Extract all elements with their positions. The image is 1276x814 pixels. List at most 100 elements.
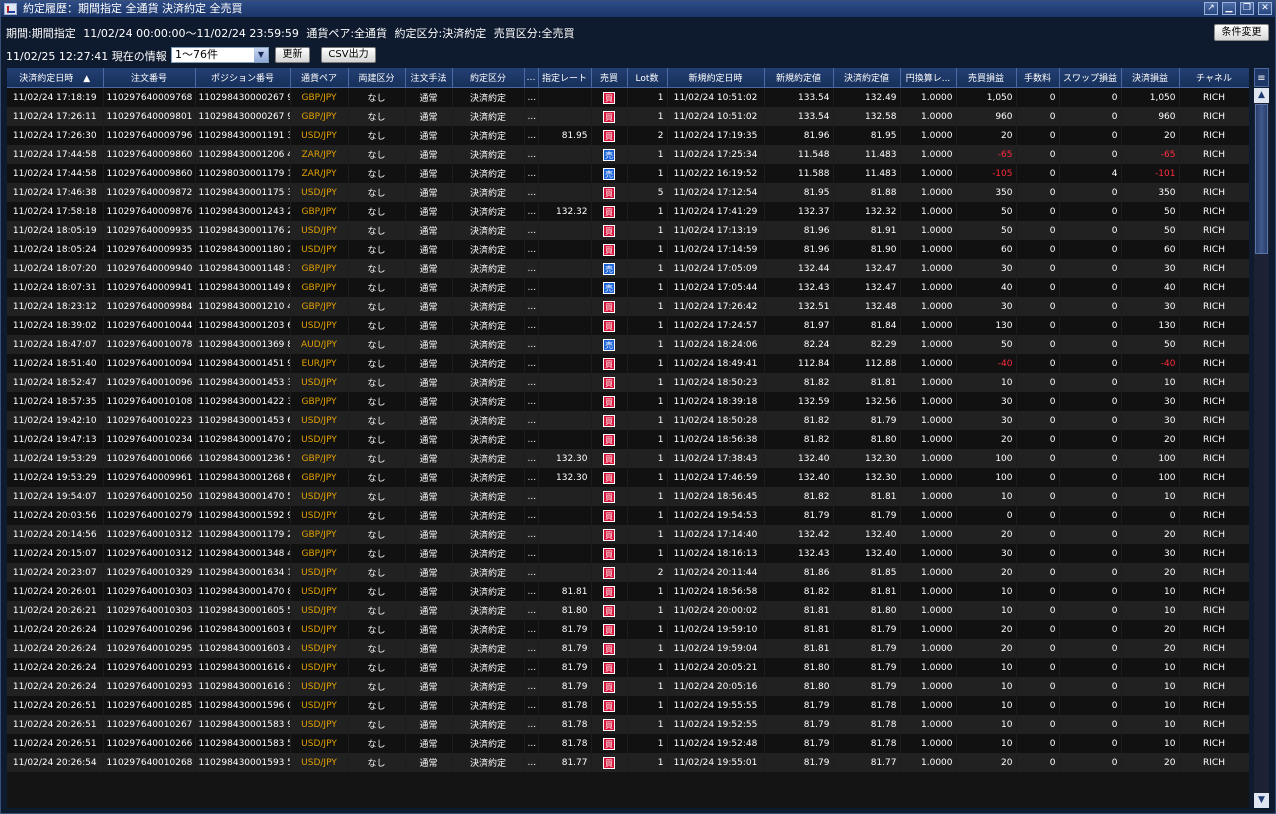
column-header-trade-type[interactable]: 約定区分 (452, 68, 525, 88)
table-row[interactable]: 11/02/24 20:26:21 110297640010303 8 110298… (7, 601, 1249, 620)
table-row[interactable]: 11/02/24 20:14:56 110297640010312 0 110298… (7, 525, 1249, 544)
table-row[interactable]: 11/02/24 20:03:56 110297640010279 0 110298… (7, 506, 1249, 525)
column-header-position-number[interactable]: ポジション番号 (195, 68, 291, 88)
refresh-button[interactable]: 更新 (275, 47, 310, 63)
cell-trade-type: 決済約定 (452, 221, 525, 240)
table-row[interactable]: 11/02/24 18:07:31 110297640009941 2 110298… (7, 278, 1249, 297)
table-row[interactable]: 11/02/24 19:42:10 110297640010223 5 110298… (7, 411, 1249, 430)
cell-trade-type: 決済約定 (452, 183, 525, 202)
cell-hedge-type: なし (348, 202, 406, 221)
cell-currency-pair: USD/JPY (290, 696, 349, 715)
scroll-down-icon[interactable]: ▼ (1254, 793, 1269, 808)
column-header-settle-pl[interactable]: 決済損益 (1121, 68, 1180, 88)
table-row[interactable]: 11/02/24 19:54:07 110297640010250 4 110298… (7, 487, 1249, 506)
change-conditions-button[interactable]: 条件変更 (1214, 24, 1269, 41)
table-row[interactable]: 11/02/24 17:46:38 110297640009872 7 110298… (7, 183, 1249, 202)
table-row[interactable]: 11/02/24 18:39:02 110297640010044 2 110298… (7, 316, 1249, 335)
table-row[interactable]: 11/02/24 20:26:51 110297640010267 2 110298… (7, 715, 1249, 734)
cell-new-trade-time: 11/02/24 20:11:44 (667, 563, 765, 582)
cell-fee: 0 (1016, 715, 1060, 734)
table-row[interactable]: 11/02/24 18:05:19 110297640009935 1 110298… (7, 221, 1249, 240)
cell-yen-rate: 1.0000 (900, 487, 957, 506)
table-row[interactable]: 11/02/24 20:26:54 110297640010268 2 110298… (7, 753, 1249, 772)
table-row[interactable]: 11/02/24 20:26:24 110297640010293 5 110298… (7, 677, 1249, 696)
table-row[interactable]: 11/02/24 17:18:19 110297640009768 2 110298… (7, 87, 1249, 107)
cell-order-method: 通常 (405, 373, 453, 392)
table-row[interactable]: 11/02/24 17:44:58 110297640009860 6 110298… (7, 145, 1249, 164)
column-header-more[interactable]: … (524, 68, 539, 88)
column-header-specified-rate[interactable]: 指定レート (538, 68, 592, 88)
cell-position-number: 110298430001583 5 (195, 734, 291, 753)
cell-channel: RICH (1179, 145, 1249, 164)
table-row[interactable]: 11/02/24 20:15:07 110297640010312 9 110298… (7, 544, 1249, 563)
cell-hedge-type: なし (348, 734, 406, 753)
table-row[interactable]: 11/02/24 19:53:29 110297640010066 7 110298… (7, 449, 1249, 468)
cell-settle-time: 11/02/24 20:14:56 (7, 525, 104, 544)
column-header-yen-rate[interactable]: 円換算レ... (900, 68, 957, 88)
table-row[interactable]: 11/02/24 18:57:35 110297640010108 6 110298… (7, 392, 1249, 411)
column-header-trade-pl[interactable]: 売買損益 (956, 68, 1017, 88)
column-header-lot-count[interactable]: Lot数 (627, 68, 668, 88)
column-header-new-trade-price[interactable]: 新規約定値 (764, 68, 834, 88)
table-row[interactable]: 11/02/24 18:47:07 110297640010078 6 110298… (7, 335, 1249, 354)
column-header-channel[interactable]: チャネル (1179, 68, 1249, 88)
table-row[interactable]: 11/02/24 20:26:51 110297640010285 1 110298… (7, 696, 1249, 715)
cell-yen-rate: 1.0000 (900, 696, 957, 715)
cell-channel: RICH (1179, 278, 1249, 297)
cell-settle-time: 11/02/24 19:53:29 (7, 468, 104, 487)
scroll-up-icon[interactable]: ▲ (1254, 88, 1269, 103)
restore-button[interactable]: ❐ (1240, 2, 1254, 15)
pin-icon[interactable]: ↗ (1204, 2, 1218, 15)
cell-trade-pl: 10 (956, 677, 1017, 696)
table-row[interactable]: 11/02/24 19:47:13 110297640010234 2 110298… (7, 430, 1249, 449)
table-row[interactable]: 11/02/24 18:52:47 110297640010096 9 110298… (7, 373, 1249, 392)
cell-swap-pl: 0 (1059, 411, 1122, 430)
cell-settle-pl: 50 (1121, 202, 1180, 221)
buy-badge: 買 (603, 585, 615, 598)
table-row[interactable]: 11/02/24 18:05:24 110297640009935 5 110298… (7, 240, 1249, 259)
column-header-settle-price[interactable]: 決済約定値 (833, 68, 901, 88)
cell-order-method: 通常 (405, 316, 453, 335)
table-row[interactable]: 11/02/24 17:26:30 110297640009796 4 110298… (7, 126, 1249, 145)
table-row[interactable]: 11/02/24 18:51:40 110297640010094 5 110298… (7, 354, 1249, 373)
table-row[interactable]: 11/02/24 20:26:01 110297640010303 3 110298… (7, 582, 1249, 601)
cell-side: 買 (591, 354, 628, 373)
column-chooser-icon[interactable]: ≡ (1254, 68, 1269, 87)
csv-export-button[interactable]: CSV出力 (321, 47, 376, 63)
table-row[interactable]: 11/02/24 20:23:07 110297640010329 1 110298… (7, 563, 1249, 582)
cell-fee: 0 (1016, 221, 1060, 240)
close-button[interactable]: ✕ (1258, 2, 1272, 15)
table-row[interactable]: 11/02/24 20:26:51 110297640010266 4 110298… (7, 734, 1249, 753)
buy-badge: 買 (603, 509, 615, 522)
cell-new-trade-time: 11/02/24 18:56:38 (667, 430, 765, 449)
column-header-new-trade-time[interactable]: 新規約定日時 (667, 68, 765, 88)
column-header-order-method[interactable]: 注文手法 (405, 68, 453, 88)
table-row[interactable]: 11/02/24 17:44:58 110297640009860 7 110298… (7, 164, 1249, 183)
minimize-button[interactable]: ▁ (1222, 2, 1236, 15)
table-row[interactable]: 11/02/24 18:07:20 110297640009940 8 110298… (7, 259, 1249, 278)
table-row[interactable]: 11/02/24 17:58:18 110297640009876 9 110298… (7, 202, 1249, 221)
record-range-select[interactable]: 1〜76件 ▼ (171, 47, 269, 63)
cell-currency-pair: GBP/JPY (290, 202, 349, 221)
cell-order-number: 110297640010329 1 (103, 563, 196, 582)
table-row[interactable]: 11/02/24 20:26:24 110297640010296 6 110298… (7, 620, 1249, 639)
column-header-order-number[interactable]: 注文番号 (103, 68, 196, 88)
table-row[interactable]: 11/02/24 17:26:11 110297640009801 6 110298… (7, 107, 1249, 126)
table-row[interactable]: 11/02/24 18:23:12 110297640009984 8 110298… (7, 297, 1249, 316)
cell-channel: RICH (1179, 582, 1249, 601)
column-header-label: 手数料 (1023, 74, 1051, 84)
column-header-fee[interactable]: 手数料 (1016, 68, 1060, 88)
table-row[interactable]: 11/02/24 20:26:24 110297640010295 1 110298… (7, 639, 1249, 658)
column-header-currency-pair[interactable]: 通貨ペア (290, 68, 349, 88)
vertical-scrollbar[interactable]: ▲ ▼ (1254, 88, 1269, 808)
table-row[interactable]: 11/02/24 20:26:24 110297640010293 7 110298… (7, 658, 1249, 677)
scrollbar-thumb[interactable] (1255, 104, 1268, 254)
table-row[interactable]: 11/02/24 19:53:29 110297640009961 8 110298… (7, 468, 1249, 487)
column-header-swap-pl[interactable]: スワップ損益 (1059, 68, 1122, 88)
chevron-down-icon[interactable]: ▼ (254, 48, 268, 62)
column-header-settle-time[interactable]: 決済約定日時 ▲ (7, 68, 104, 88)
cell-trade-type: 決済約定 (452, 126, 525, 145)
column-header-hedge-type[interactable]: 両建区分 (348, 68, 406, 88)
cell-position-number: 110298430001453 3 (195, 373, 291, 392)
column-header-side[interactable]: 売買 (591, 68, 628, 88)
